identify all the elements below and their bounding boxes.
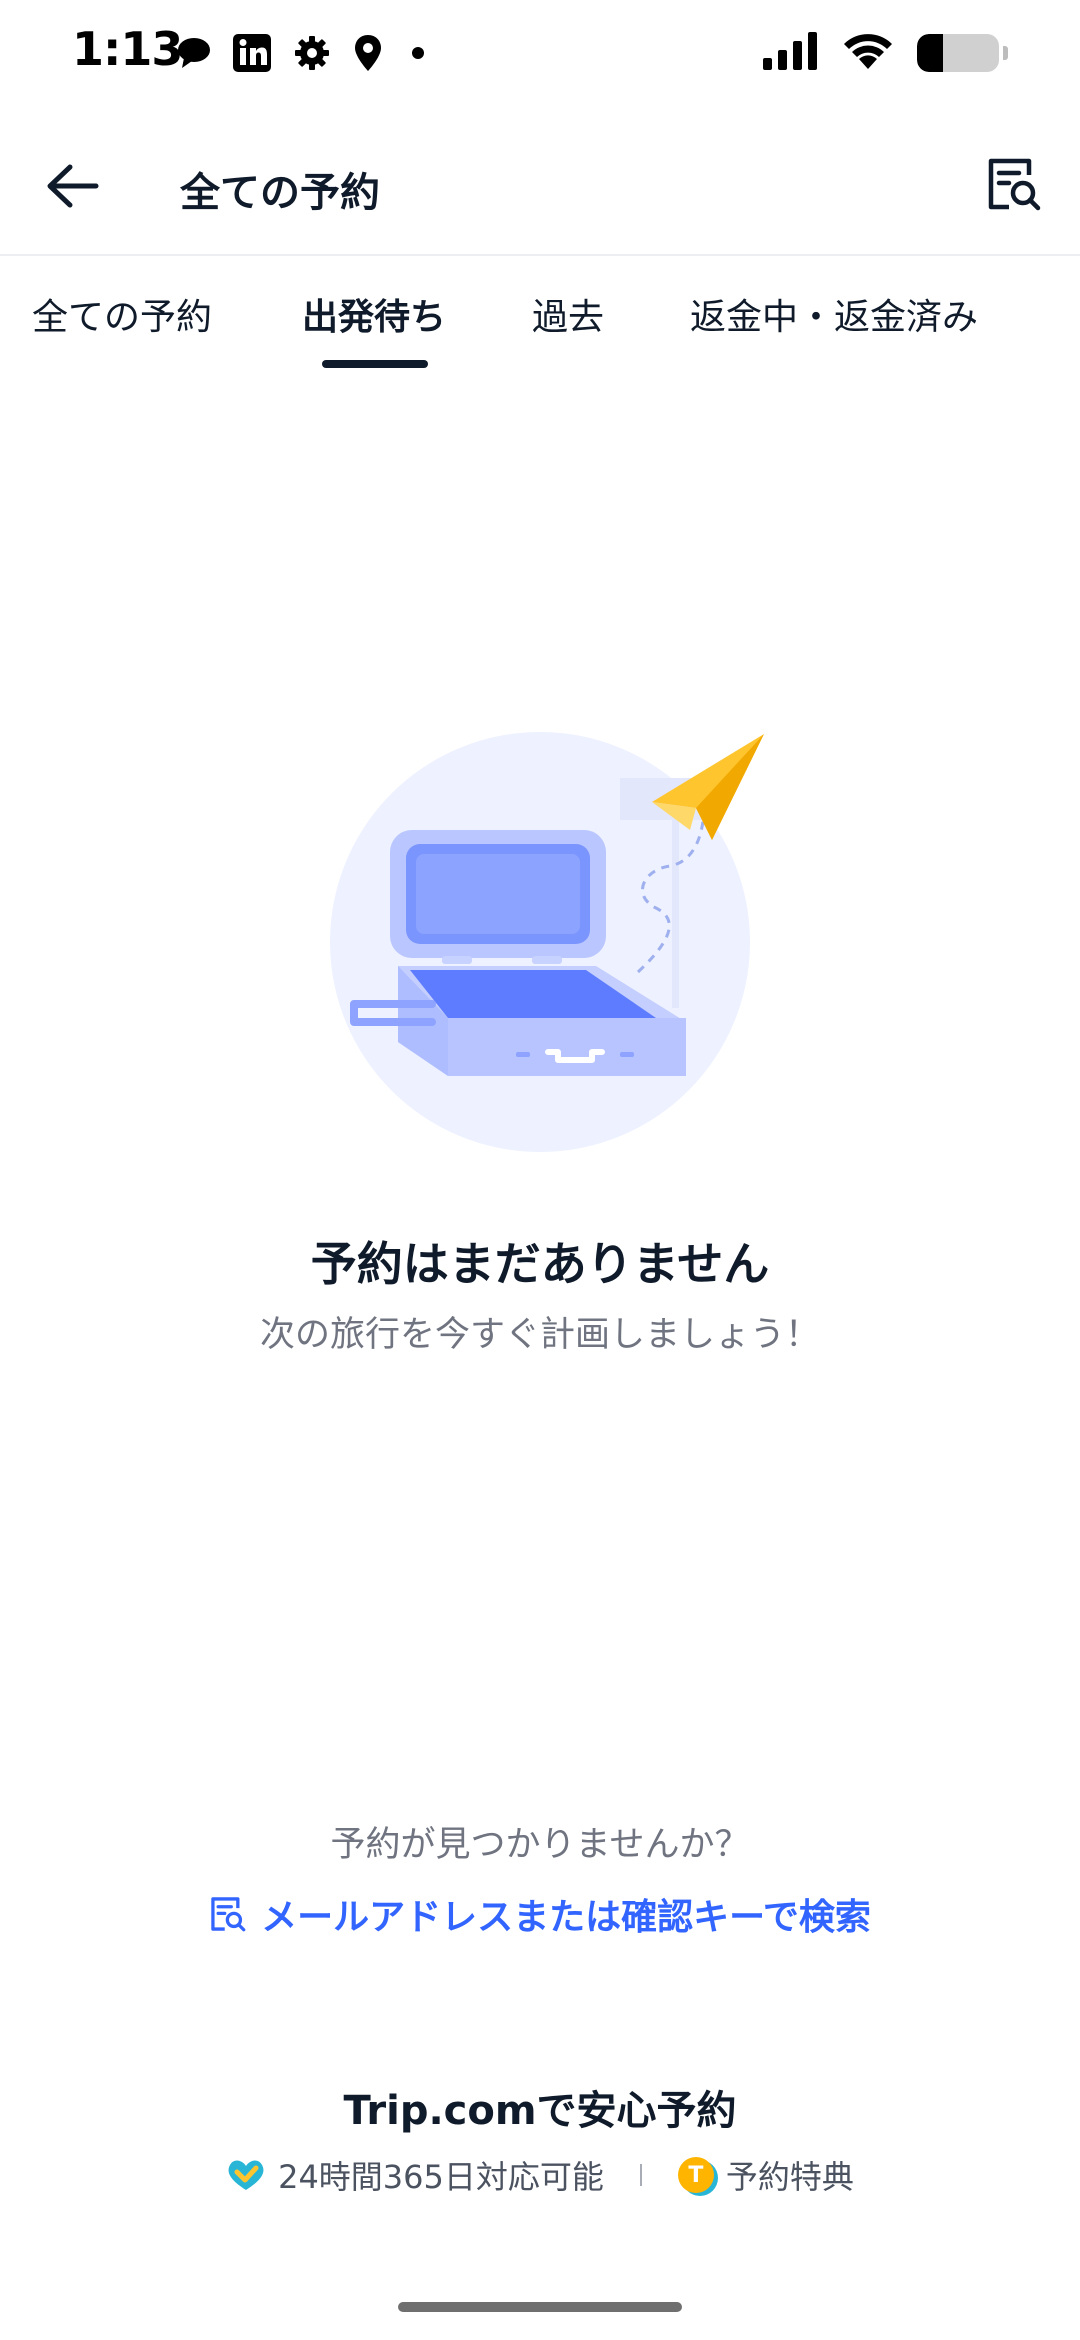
rewards-feature-label: 予約特典 — [725, 2158, 854, 2196]
dot-icon — [404, 39, 432, 71]
support-feature-label: 24時間365日対応可能 — [278, 2158, 604, 2196]
back-button[interactable] — [36, 150, 108, 222]
tab-refunds[interactable]: 返金中・返金済み — [690, 288, 978, 340]
assurance-title: Trip.comで安心予約 — [343, 2088, 737, 2134]
empty-state-title: 予約はまだありません — [310, 1237, 770, 1291]
document-search-icon — [211, 1897, 246, 1932]
tab-upcoming[interactable]: 出発待ち — [302, 288, 446, 340]
back-arrow-icon — [47, 164, 99, 208]
booking-not-found-prompt: 予約が見つかりませんか？ — [330, 1825, 750, 1865]
booking-tabs: 全ての予約 出発待ち 過去 返金中・返金済み — [0, 256, 1080, 372]
status-time: 1:13 — [72, 22, 183, 76]
rewards-feature: T 予約特典 — [677, 2152, 854, 2198]
gear-icon — [292, 33, 332, 77]
search-booking-button[interactable] — [976, 146, 1052, 222]
status-notification-icons — [176, 30, 432, 80]
trip-coin-icon: T — [677, 2157, 714, 2193]
empty-state-subtitle: 次の旅行を今すぐ計画しましょう！ — [259, 1315, 820, 1355]
location-pin-icon — [352, 33, 384, 77]
empty-suitcase-illustration — [320, 720, 780, 1180]
home-indicator — [398, 2302, 682, 2312]
battery-icon — [917, 34, 1008, 72]
tab-all-bookings[interactable]: 全ての予約 — [32, 288, 212, 340]
tab-past[interactable]: 過去 — [532, 288, 604, 340]
wifi-icon — [841, 31, 895, 75]
page-title: 全ての予約 — [180, 170, 380, 216]
support-feature: 24時間365日対応可能 — [226, 2152, 604, 2198]
chat-bubble-icon — [176, 36, 212, 74]
divider — [639, 2164, 642, 2186]
search-link-label: メールアドレスまたは確認キーで検索 — [261, 1897, 871, 1938]
search-by-email-link[interactable]: メールアドレスまたは確認キーで検索 — [0, 1888, 1080, 1940]
assurance-features: 24時間365日対応可能 T 予約特典 — [0, 2152, 1080, 2198]
document-search-icon — [988, 158, 1041, 211]
linkedin-icon — [232, 33, 272, 77]
active-tab-indicator — [322, 360, 428, 368]
signal-icon — [763, 32, 819, 74]
app-header: 全ての予約 — [0, 120, 1080, 256]
status-system-icons — [763, 28, 1008, 78]
heart-check-icon — [228, 2160, 264, 2190]
